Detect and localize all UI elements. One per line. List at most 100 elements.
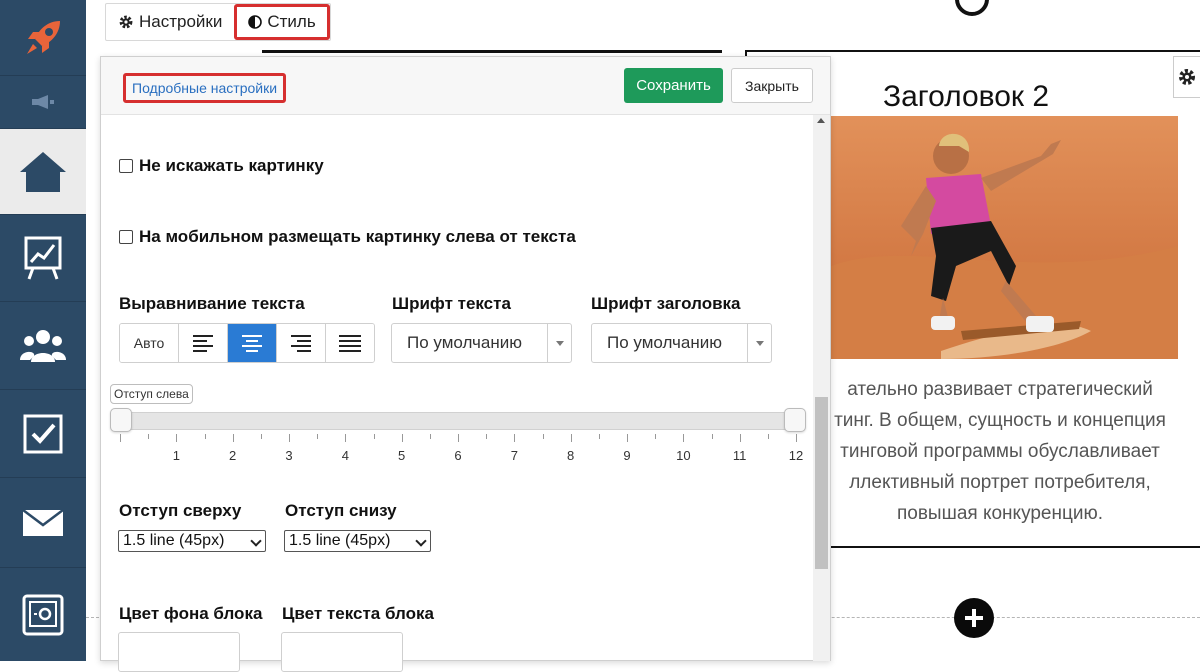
slider-tick-label: 6: [454, 448, 462, 463]
card-text-line: ллективный портрет потребителя,: [849, 472, 1151, 493]
card-text-line: тинговой программы обуславливает: [840, 441, 1160, 462]
card-text-line: повышая конкуренцию.: [896, 503, 1104, 524]
home-icon: [20, 151, 66, 192]
slider-tick: [683, 434, 685, 442]
bg-color-label: Цвет фона блока: [119, 604, 263, 623]
left-indent-slider[interactable]: [110, 412, 805, 430]
save-button[interactable]: Сохранить: [624, 68, 723, 103]
chevron-down-icon: [250, 535, 262, 547]
sidebar-item-tasks[interactable]: [0, 390, 86, 478]
slider-tick-label: 12: [788, 448, 804, 463]
checkbox-icon: [23, 414, 63, 453]
slider-tick-label: 2: [229, 448, 237, 463]
align-right-icon: [291, 334, 311, 352]
text-font-select[interactable]: По умолчанию: [391, 323, 572, 363]
slider-tick: [345, 434, 347, 442]
slider-tick-label: 8: [567, 448, 575, 463]
align-left-icon: [193, 334, 213, 352]
bottom-indent-select[interactable]: 1.5 line (45px): [284, 530, 431, 552]
slider-tick: [542, 434, 544, 439]
slider-tick: [429, 434, 431, 439]
slider-tick: [796, 434, 797, 442]
panel-scrollbar[interactable]: [813, 115, 830, 661]
left-indent-handle-start[interactable]: [110, 408, 132, 432]
chevron-down-icon: [547, 324, 571, 362]
sidebar-item-users[interactable]: [0, 302, 86, 390]
mobile-left-checkbox[interactable]: [119, 230, 133, 244]
top-indent-select[interactable]: 1.5 line (45px): [118, 530, 266, 552]
close-button[interactable]: Закрыть: [731, 68, 813, 103]
card-settings-button[interactable]: [1173, 56, 1200, 98]
sidebar-item-home[interactable]: [0, 129, 86, 215]
sidebar-item-announcements[interactable]: [0, 76, 86, 129]
bg-color-picker[interactable]: [118, 632, 240, 672]
scroll-up-arrow[interactable]: [817, 118, 825, 123]
heading-font-select[interactable]: По умолчанию: [591, 323, 772, 363]
gear-icon: [1179, 69, 1195, 85]
tab-style[interactable]: Стиль: [234, 4, 330, 40]
slider-tick: [289, 434, 290, 442]
add-block-button[interactable]: [954, 598, 994, 638]
text-align-label: Выравнивание текста: [119, 294, 305, 313]
keep-image-checkbox[interactable]: [119, 159, 133, 173]
sidebar-item-safe[interactable]: [0, 568, 86, 661]
keep-image-option[interactable]: Не искажать картинку: [119, 156, 324, 176]
slider-tick-label: 1: [172, 448, 180, 463]
text-color-picker[interactable]: [281, 632, 403, 672]
sidebar: [0, 0, 86, 661]
align-right-button[interactable]: [276, 324, 325, 362]
slider-tick: [373, 434, 375, 439]
gear-icon: [119, 15, 133, 29]
slider-tick: [204, 434, 206, 439]
slider-tick-label: 10: [676, 448, 691, 463]
sidebar-item-rocket[interactable]: [0, 0, 86, 76]
chevron-down-icon: [415, 535, 427, 547]
rocket-icon: [27, 20, 60, 54]
slider-tick: [627, 434, 628, 442]
chart-board-icon: [24, 236, 62, 280]
slider-tick: [598, 434, 600, 439]
keep-image-label: Не искажать картинку: [139, 156, 324, 175]
card-title: Заголовок 2: [883, 80, 1050, 113]
mobile-left-option[interactable]: На мобильном размещать картинку слева от…: [119, 227, 576, 247]
slider-tick-label: 4: [341, 448, 349, 463]
card-text-line: тинг. В общем, сущность и концепция: [834, 410, 1166, 431]
slider-tick: [260, 434, 262, 439]
slider-tick: [739, 434, 741, 442]
sidebar-item-analytics[interactable]: [0, 215, 86, 302]
left-indent-label: Отступ слева: [110, 384, 193, 404]
slider-tick-label: 5: [398, 448, 406, 463]
align-justify-button[interactable]: [325, 324, 374, 362]
align-auto-button[interactable]: Авто: [120, 324, 178, 362]
align-center-button[interactable]: [227, 324, 276, 362]
slider-tick-label: 11: [732, 448, 747, 463]
slider-tick: [767, 434, 769, 439]
megaphone-icon: [32, 95, 54, 109]
heading-font-label: Шрифт заголовка: [591, 294, 741, 313]
sidebar-item-mail[interactable]: [0, 478, 86, 568]
slider-tick: [148, 434, 150, 439]
slider-tick: [458, 434, 459, 442]
slider-tick: [176, 434, 178, 442]
align-left-button[interactable]: [178, 324, 227, 362]
users-icon: [20, 329, 66, 362]
detailed-settings-link[interactable]: Подробные настройки: [123, 73, 287, 103]
slider-tick: [401, 434, 403, 442]
card-text: ательно развивает стратегический тинг. В…: [800, 374, 1200, 529]
slider-tick-label: 3: [285, 448, 293, 463]
align-justify-icon: [339, 334, 361, 352]
text-font-value: По умолчанию: [407, 333, 522, 352]
heading-font-value: По умолчанию: [607, 333, 722, 352]
top-indent-label: Отступ сверху: [119, 501, 242, 520]
scroll-thumb[interactable]: [815, 397, 828, 569]
tab-settings[interactable]: Настройки: [106, 4, 234, 40]
block-tabs: Настройки Стиль: [105, 3, 331, 41]
safe-icon: [22, 594, 64, 635]
tab-style-label: Стиль: [267, 12, 316, 31]
chevron-down-icon: [747, 324, 771, 362]
card-image: [831, 116, 1178, 359]
text-font-label: Шрифт текста: [392, 294, 511, 313]
left-indent-handle-end[interactable]: [784, 408, 806, 432]
slider-tick: [570, 434, 572, 442]
bottom-indent-label: Отступ снизу: [285, 501, 397, 520]
